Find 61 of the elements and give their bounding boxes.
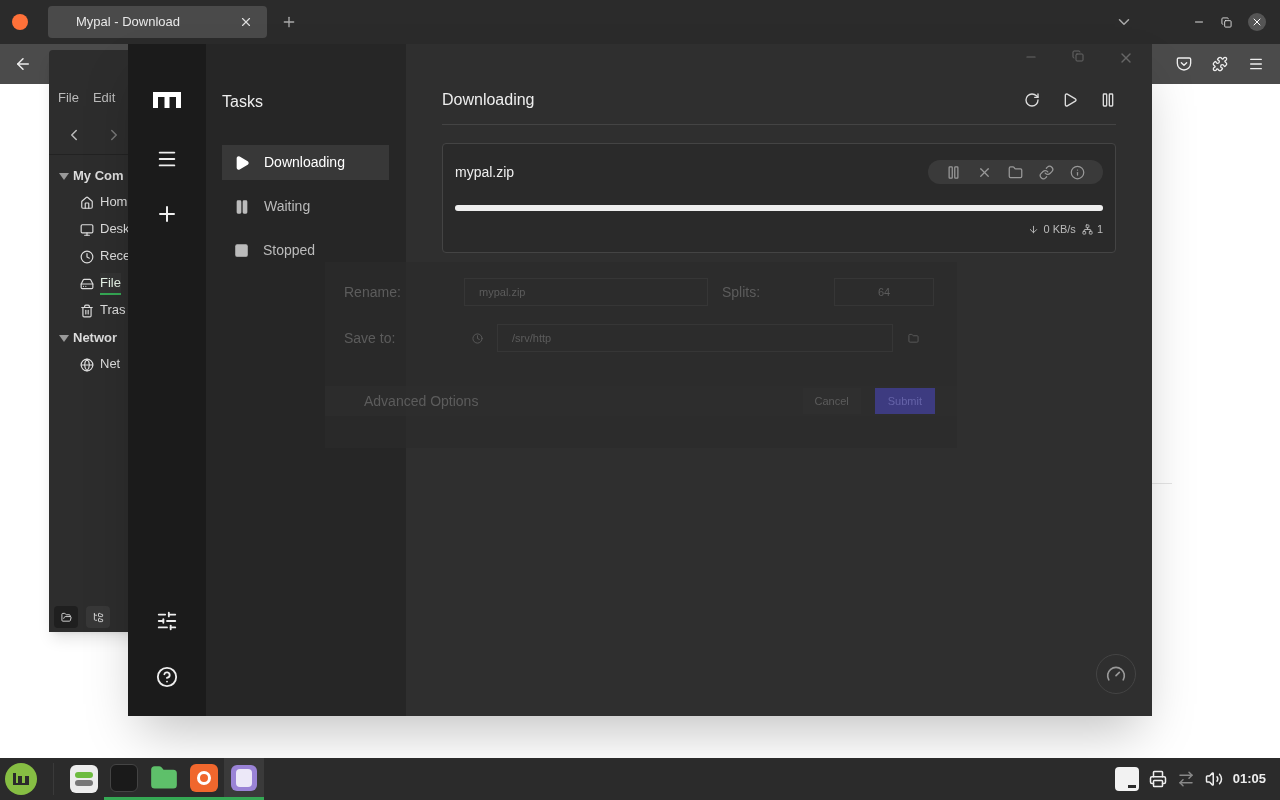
- expand-triangle-icon[interactable]: [59, 172, 69, 180]
- folder-icon[interactable]: [1008, 164, 1023, 180]
- places-button[interactable]: [54, 606, 78, 628]
- stop-icon: [234, 243, 249, 258]
- home-icon: [80, 196, 94, 210]
- connections-text: 1: [1096, 222, 1103, 237]
- workspace-icon[interactable]: [1114, 767, 1139, 791]
- browser-tab[interactable]: Mypal - Download: [48, 6, 267, 38]
- filter-item[interactable]: Downloading: [222, 145, 389, 180]
- connections-icon: [1081, 223, 1093, 235]
- recent-icon: [80, 250, 94, 264]
- printer-icon[interactable]: [1148, 770, 1167, 788]
- pause-icon[interactable]: [1100, 92, 1116, 108]
- network-icon: [80, 358, 94, 372]
- app-logo-icon: [153, 92, 181, 108]
- browser-logo-icon: [12, 14, 28, 30]
- desktop-icon: [80, 223, 94, 237]
- settings-icon[interactable]: [156, 610, 178, 632]
- speed-text: 0 KB/s: [1043, 222, 1076, 237]
- start-menu-button[interactable]: [5, 763, 37, 795]
- help-icon[interactable]: [156, 666, 178, 688]
- logo-icon[interactable]: [12, 772, 30, 786]
- new-tab-icon[interactable]: [281, 14, 297, 30]
- info-icon[interactable]: [1070, 164, 1085, 180]
- download-app-icon[interactable]: [224, 758, 264, 800]
- sidebar-item[interactable]: Tras: [100, 300, 126, 322]
- file-name: mypal.zip: [455, 162, 515, 182]
- clock-text[interactable]: 01:05: [1232, 769, 1266, 789]
- tree-icon[interactable]: [92, 611, 104, 623]
- drive-icon: [80, 277, 94, 291]
- restore-icon[interactable]: [1221, 16, 1232, 28]
- filter-item[interactable]: Waiting: [222, 189, 389, 224]
- filter-item[interactable]: Stopped: [222, 233, 389, 268]
- expand-triangle-icon[interactable]: [59, 334, 69, 342]
- task-card[interactable]: mypal.zip 0 KB/s 1: [442, 143, 1116, 253]
- refresh-icon[interactable]: [1024, 92, 1040, 108]
- speedometer-icon[interactable]: [1106, 664, 1126, 684]
- close-icon[interactable]: [239, 15, 253, 29]
- pocket-icon[interactable]: [1176, 56, 1192, 72]
- sidebar-item[interactable]: Desk: [100, 219, 130, 241]
- trash-icon: [80, 304, 94, 318]
- sidebar-item[interactable]: Hom: [100, 192, 128, 214]
- section-title: My Com: [73, 167, 124, 186]
- play-icon[interactable]: [1062, 92, 1078, 108]
- list-title: Downloading: [442, 90, 535, 110]
- link-icon[interactable]: [1039, 164, 1054, 180]
- menu-item[interactable]: Edit: [92, 88, 116, 108]
- menu-item[interactable]: File: [58, 88, 79, 108]
- panel-title: Tasks: [222, 92, 264, 112]
- sidebar-item[interactable]: File: [100, 273, 121, 295]
- pause-icon: [234, 198, 250, 215]
- tree-button[interactable]: [86, 606, 110, 628]
- play-icon: [234, 154, 250, 171]
- back-icon[interactable]: [14, 55, 32, 73]
- sidebar-item[interactable]: Net: [100, 354, 121, 376]
- volume-icon[interactable]: [1204, 770, 1223, 788]
- extensions-icon[interactable]: [1212, 56, 1228, 72]
- section-title: Networ: [73, 329, 118, 348]
- network-icon[interactable]: [1176, 770, 1195, 788]
- download-icon: [1028, 223, 1040, 235]
- menu-icon[interactable]: [1248, 56, 1264, 72]
